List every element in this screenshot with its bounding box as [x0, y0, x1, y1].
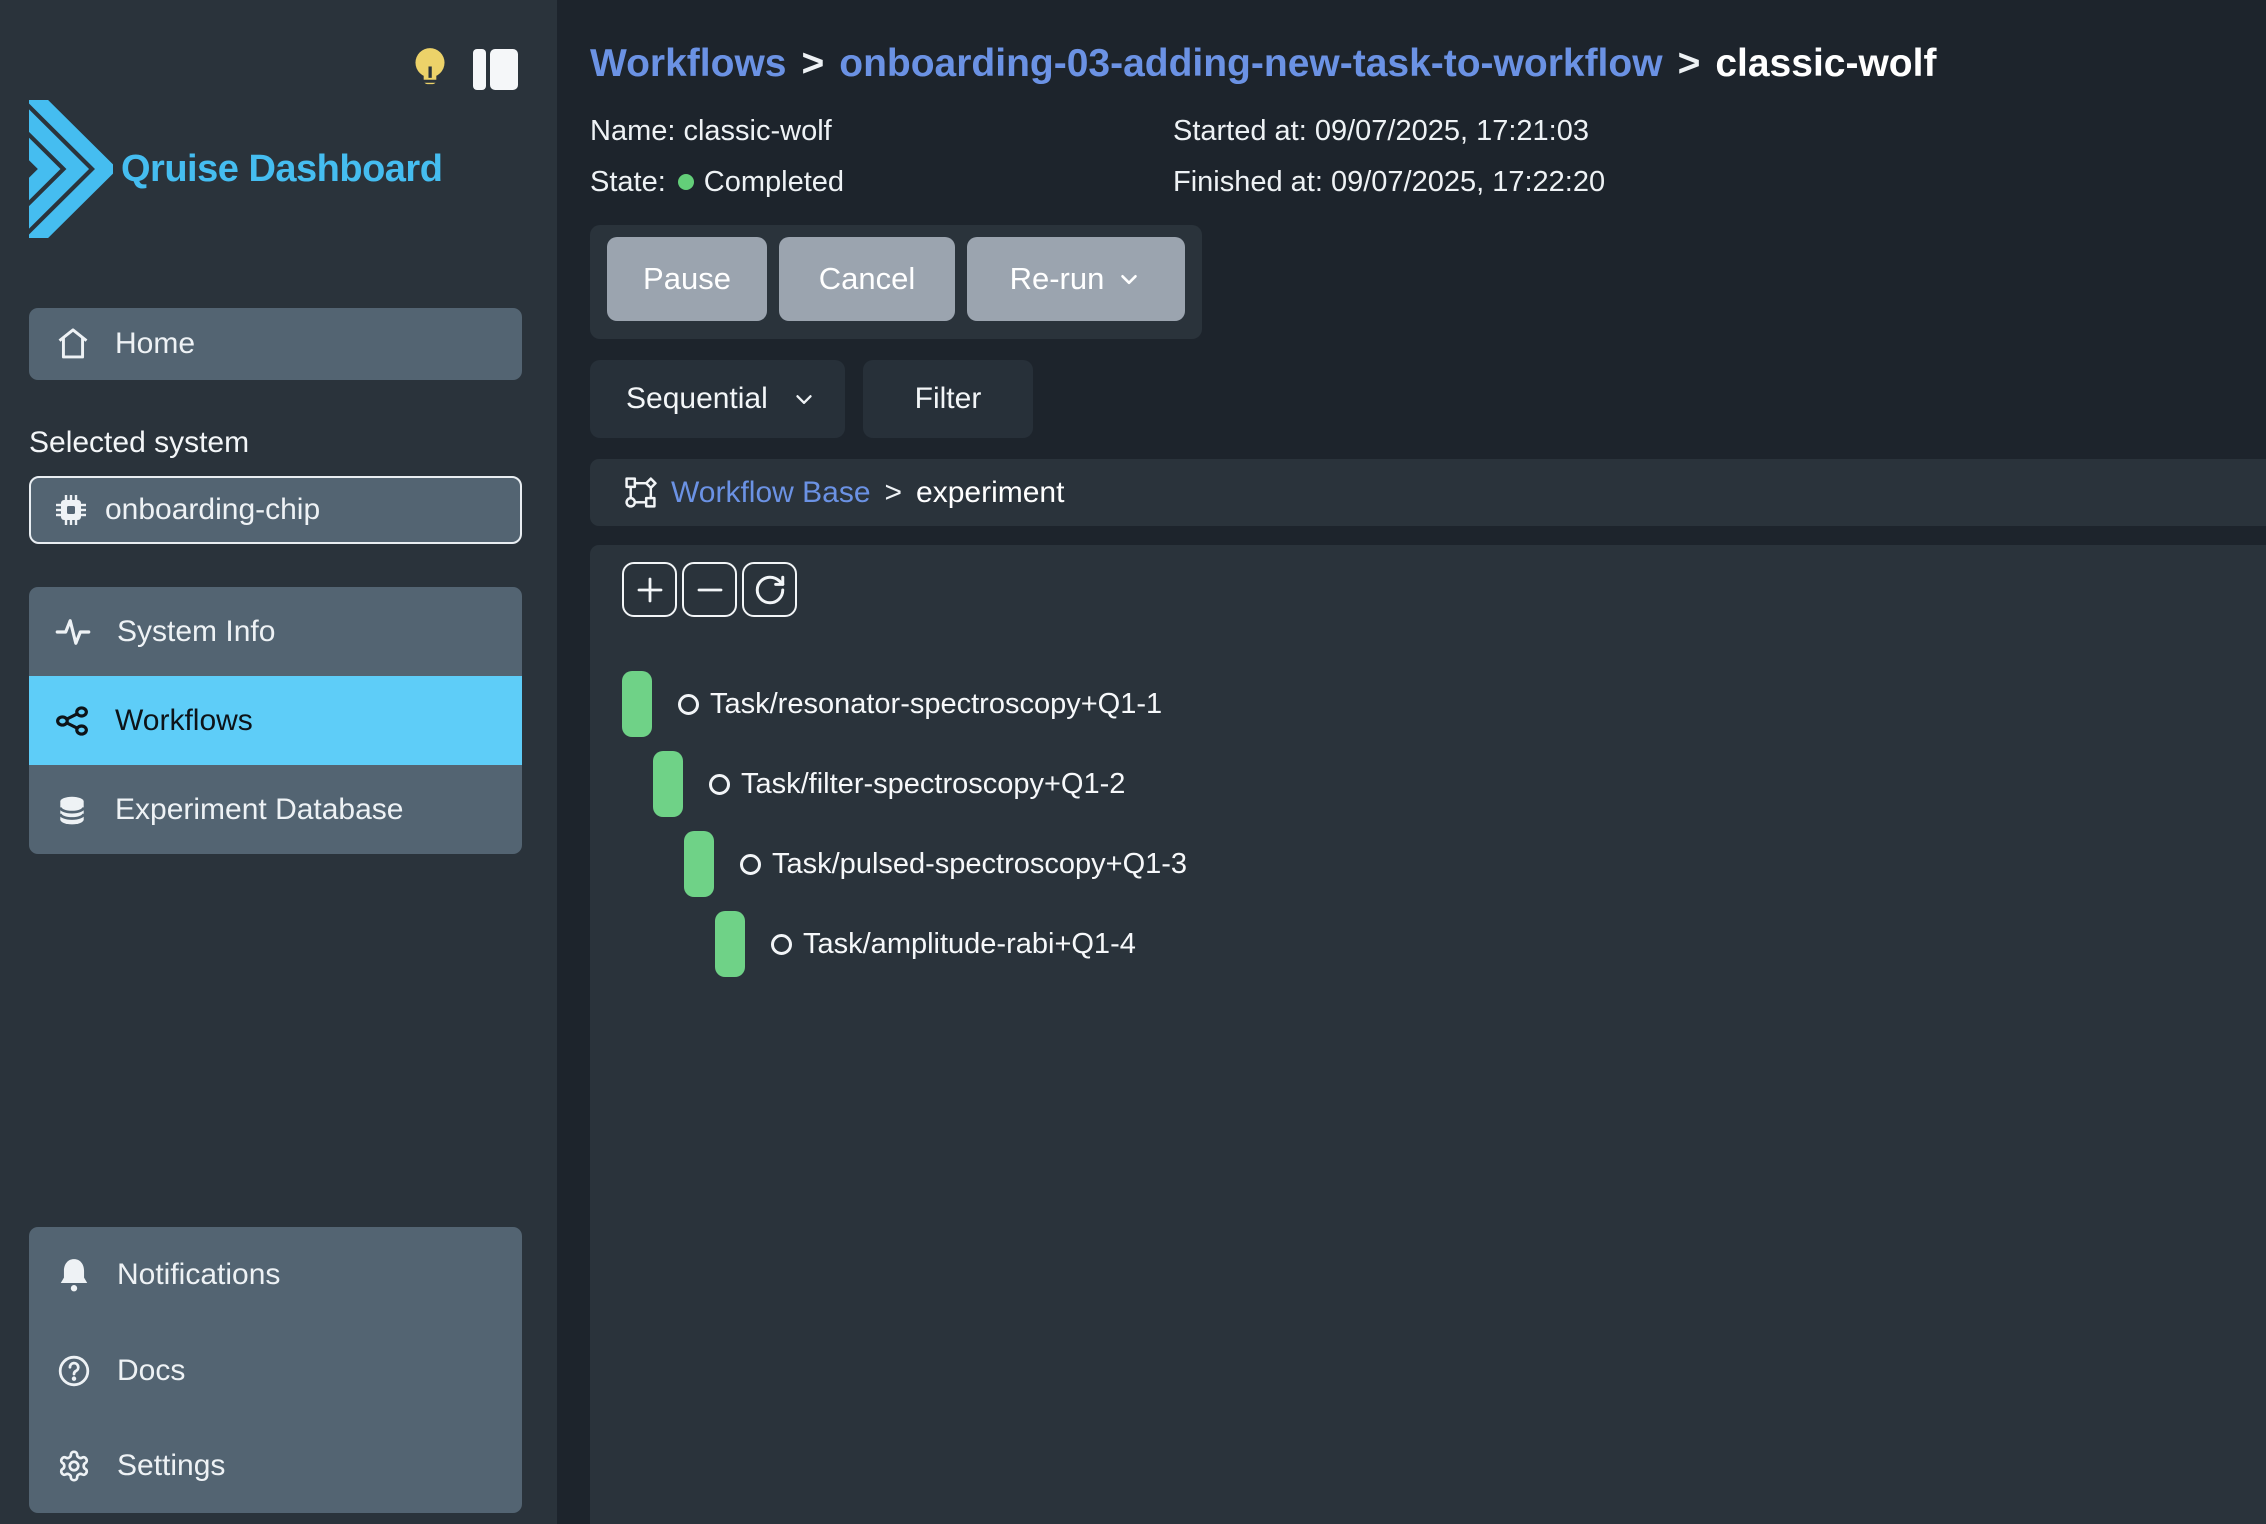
- pause-button[interactable]: Pause: [607, 237, 767, 321]
- sidebar-item-workflows[interactable]: Workflows: [29, 676, 522, 765]
- run-actions-panel: Pause Cancel Re-run: [590, 225, 1202, 339]
- plus-icon: [634, 574, 666, 606]
- task-list: Task/resonator-spectroscopy+Q1-1 Task/fi…: [622, 671, 1187, 991]
- sidebar-item-experiment-database[interactable]: Experiment Database: [29, 765, 522, 854]
- sidebar-item-label: System Info: [117, 615, 275, 649]
- help-circle-icon: [57, 1354, 91, 1388]
- breadcrumb: Workflows > onboarding-03-adding-new-tas…: [590, 0, 2266, 90]
- sidebar-item-home[interactable]: Home: [29, 308, 522, 380]
- sidebar-nav-group: System Info Workflows: [29, 587, 522, 854]
- sidebar-item-label: Notifications: [117, 1258, 280, 1292]
- task-status-pill: [715, 911, 745, 977]
- app-title: Qruise Dashboard: [121, 148, 442, 191]
- state-label: State:: [590, 163, 666, 201]
- view-toolbar: Sequential Filter: [590, 360, 2266, 438]
- selected-system-button[interactable]: onboarding-chip: [29, 476, 522, 544]
- run-state-row: State: Completed: [590, 163, 1173, 201]
- run-details: Name: classic-wolf Started at: 09/07/202…: [590, 112, 2266, 201]
- workflow-icon: [624, 476, 657, 509]
- flow-breadcrumb-base-link[interactable]: Workflow Base: [671, 476, 871, 510]
- sidebar-item-settings[interactable]: Settings: [57, 1449, 522, 1483]
- state-dot-icon: [678, 174, 694, 190]
- sidebar-item-docs[interactable]: Docs: [57, 1354, 522, 1388]
- task-status-pill: [622, 671, 652, 737]
- task-node[interactable]: Task/filter-spectroscopy+Q1-2: [653, 751, 1187, 817]
- main-content: Workflows > onboarding-03-adding-new-tas…: [557, 0, 2266, 1524]
- selected-system-name: onboarding-chip: [105, 493, 320, 527]
- sidebar-item-label: Docs: [117, 1354, 185, 1388]
- rerun-button[interactable]: Re-run: [967, 237, 1185, 321]
- home-icon: [55, 326, 91, 362]
- task-state-circle-icon: [740, 854, 761, 875]
- breadcrumb-run-name: classic-wolf: [1715, 38, 1936, 90]
- flow-breadcrumb-current: experiment: [916, 476, 1064, 510]
- task-label: Task/filter-spectroscopy+Q1-2: [741, 768, 1125, 801]
- started-value: 09/07/2025, 17:21:03: [1315, 115, 1589, 147]
- activity-icon: [55, 614, 91, 650]
- panel-left-icon: [473, 49, 518, 90]
- cancel-button[interactable]: Cancel: [779, 237, 955, 321]
- app-window: Qruise Dashboard Home Selected system: [0, 0, 2266, 1524]
- layout-mode-select[interactable]: Sequential: [590, 360, 845, 438]
- share-network-icon: [55, 704, 89, 738]
- task-state-circle-icon: [771, 934, 792, 955]
- sidebar-item-system-info[interactable]: System Info: [29, 587, 522, 676]
- rerun-label: Re-run: [1010, 261, 1105, 297]
- sidebar-item-notifications[interactable]: Notifications: [57, 1257, 522, 1293]
- task-node[interactable]: Task/amplitude-rabi+Q1-4: [715, 911, 1187, 977]
- task-state-circle-icon: [678, 694, 699, 715]
- run-finished-row: Finished at: 09/07/2025, 17:22:20: [1173, 163, 2266, 201]
- chip-icon: [55, 494, 87, 526]
- task-state-circle-icon: [709, 774, 730, 795]
- minus-icon: [694, 574, 726, 606]
- breadcrumb-separator: >: [801, 38, 824, 90]
- task-label: Task/pulsed-spectroscopy+Q1-3: [772, 848, 1187, 881]
- app-logo: Qruise Dashboard: [29, 100, 522, 238]
- state-value: Completed: [704, 163, 844, 201]
- logo-mark-icon: [29, 100, 113, 238]
- zoom-out-button[interactable]: [682, 562, 737, 617]
- chevron-down-icon: [791, 386, 817, 412]
- sidebar-collapse-button[interactable]: [473, 49, 518, 90]
- breadcrumb-separator: >: [1678, 38, 1701, 90]
- name-value: classic-wolf: [683, 115, 831, 147]
- workflow-canvas[interactable]: Task/resonator-spectroscopy+Q1-1 Task/fi…: [590, 545, 2266, 1524]
- task-status-pill: [653, 751, 683, 817]
- rotate-cw-icon: [753, 573, 787, 607]
- layout-mode-value: Sequential: [626, 382, 768, 416]
- task-label: Task/amplitude-rabi+Q1-4: [803, 928, 1136, 961]
- run-started-row: Started at: 09/07/2025, 17:21:03: [1173, 112, 2266, 150]
- sidebar-item-label: Settings: [117, 1449, 225, 1483]
- filter-button[interactable]: Filter: [863, 360, 1033, 438]
- finished-label: Finished at:: [1173, 166, 1331, 198]
- theme-toggle-button[interactable]: [408, 45, 452, 93]
- finished-value: 09/07/2025, 17:22:20: [1331, 166, 1605, 198]
- zoom-in-button[interactable]: [622, 562, 677, 617]
- breadcrumb-group-link[interactable]: onboarding-03-adding-new-task-to-workflo…: [839, 38, 1662, 90]
- sidebar-footer-group: Notifications Docs: [29, 1227, 522, 1513]
- flow-breadcrumb: Workflow Base > experiment: [590, 459, 2266, 526]
- selected-system-label: Selected system: [29, 426, 522, 460]
- breadcrumb-workflows-link[interactable]: Workflows: [590, 38, 786, 90]
- task-node[interactable]: Task/resonator-spectroscopy+Q1-1: [622, 671, 1187, 737]
- canvas-zoom-controls: [622, 562, 797, 617]
- sidebar-top-icons: [408, 45, 518, 93]
- task-status-pill: [684, 831, 714, 897]
- lightbulb-icon: [408, 45, 452, 93]
- started-label: Started at:: [1173, 115, 1315, 147]
- sidebar: Qruise Dashboard Home Selected system: [0, 0, 557, 1524]
- run-name-row: Name: classic-wolf: [590, 112, 1173, 150]
- task-label: Task/resonator-spectroscopy+Q1-1: [710, 688, 1162, 721]
- gear-icon: [57, 1449, 91, 1483]
- sidebar-item-label: Workflows: [115, 704, 253, 738]
- chevron-down-icon: [1116, 266, 1142, 292]
- sidebar-item-label: Experiment Database: [115, 793, 404, 827]
- name-label: Name:: [590, 115, 683, 147]
- sidebar-item-label: Home: [115, 327, 195, 361]
- bell-icon: [57, 1257, 91, 1293]
- task-node[interactable]: Task/pulsed-spectroscopy+Q1-3: [684, 831, 1187, 897]
- database-icon: [55, 793, 89, 827]
- flow-breadcrumb-separator: >: [885, 476, 903, 510]
- reset-view-button[interactable]: [742, 562, 797, 617]
